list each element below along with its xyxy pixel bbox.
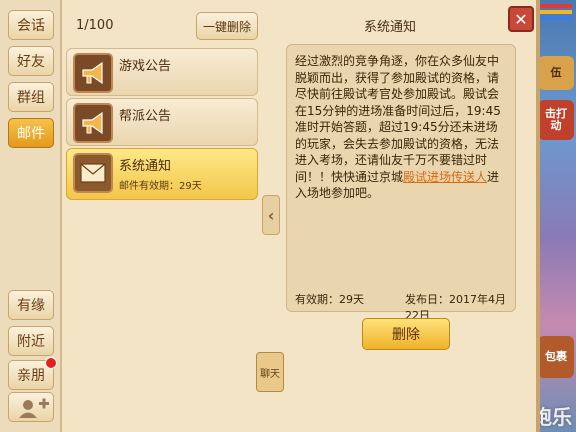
mail-detail: 系统通知 ✕ 经过激烈的竞争角逐，你在众多仙友中脱颖而出，获得了参加殿试的资格，… bbox=[280, 0, 536, 432]
close-icon[interactable]: ✕ bbox=[508, 6, 534, 32]
activity-button[interactable]: 击打动 bbox=[538, 100, 574, 140]
rank-icon[interactable]: 伍 bbox=[538, 56, 574, 90]
add-friend-button[interactable] bbox=[8, 392, 54, 422]
mail-content: 经过激烈的竞争角逐，你在众多仙友中脱颖而出，获得了参加殿试的资格，请尽快前往殿试… bbox=[286, 44, 516, 322]
tab-fate[interactable]: 有缘 bbox=[8, 290, 54, 320]
tab-groups[interactable]: 群组 bbox=[8, 82, 54, 112]
tab-family-label: 亲朋 bbox=[17, 368, 45, 384]
tab-chat[interactable]: 会话 bbox=[8, 10, 54, 40]
megaphone-icon bbox=[73, 103, 113, 143]
delete-button[interactable]: 删除 bbox=[362, 318, 450, 350]
mail-title: 游戏公告 bbox=[119, 59, 172, 74]
mail-list: 1/100 一键删除 游戏公告 帮派公告 系统通知 邮件有效期：29天 bbox=[64, 0, 262, 432]
megaphone-icon bbox=[73, 53, 113, 93]
mail-item-guild-announcement[interactable]: 帮派公告 bbox=[66, 98, 258, 146]
mail-item-system-notice[interactable]: 系统通知 邮件有效期：29天 bbox=[66, 148, 258, 200]
envelope-icon bbox=[73, 153, 113, 193]
add-friend-icon bbox=[19, 398, 49, 418]
mail-item-game-announcement[interactable]: 游戏公告 bbox=[66, 48, 258, 96]
delete-all-button[interactable]: 一键删除 bbox=[196, 12, 258, 40]
tab-mail[interactable]: 邮件 bbox=[8, 118, 54, 148]
mail-body: 经过激烈的竞争角逐，你在众多仙友中脱颖而出，获得了参加殿试的资格，请尽快前往殿试… bbox=[295, 53, 509, 202]
mail-title: 系统通知 bbox=[119, 159, 172, 174]
tab-family[interactable]: 亲朋 bbox=[8, 357, 57, 390]
social-panel: 会话 好友 群组 邮件 有缘 附近 亲朋 1/100 一键删除 游戏公告 帮派公… bbox=[0, 0, 540, 432]
teleporter-link[interactable]: 殿试进场传送人 bbox=[403, 170, 487, 184]
tab-nearby[interactable]: 附近 bbox=[8, 326, 54, 356]
mail-count: 1/100 bbox=[76, 18, 114, 33]
notification-dot bbox=[45, 357, 57, 369]
mail-title: 帮派公告 bbox=[119, 109, 172, 124]
detail-title: 系统通知 bbox=[363, 20, 416, 35]
tab-friends[interactable]: 好友 bbox=[8, 46, 54, 76]
bag-button[interactable]: 包裹 bbox=[538, 336, 574, 378]
mail-expiry: 邮件有效期：29天 bbox=[119, 181, 202, 192]
tab-column: 会话 好友 群组 邮件 有缘 附近 亲朋 bbox=[0, 0, 62, 432]
collapse-arrow-icon[interactable]: ‹ bbox=[262, 195, 280, 235]
validity-text: 有效期：29天 bbox=[295, 293, 364, 306]
mail-body-text: 经过激烈的竞争角逐，你在众多仙友中脱颖而出，获得了参加殿试的资格，请尽快前往殿试… bbox=[295, 54, 501, 184]
